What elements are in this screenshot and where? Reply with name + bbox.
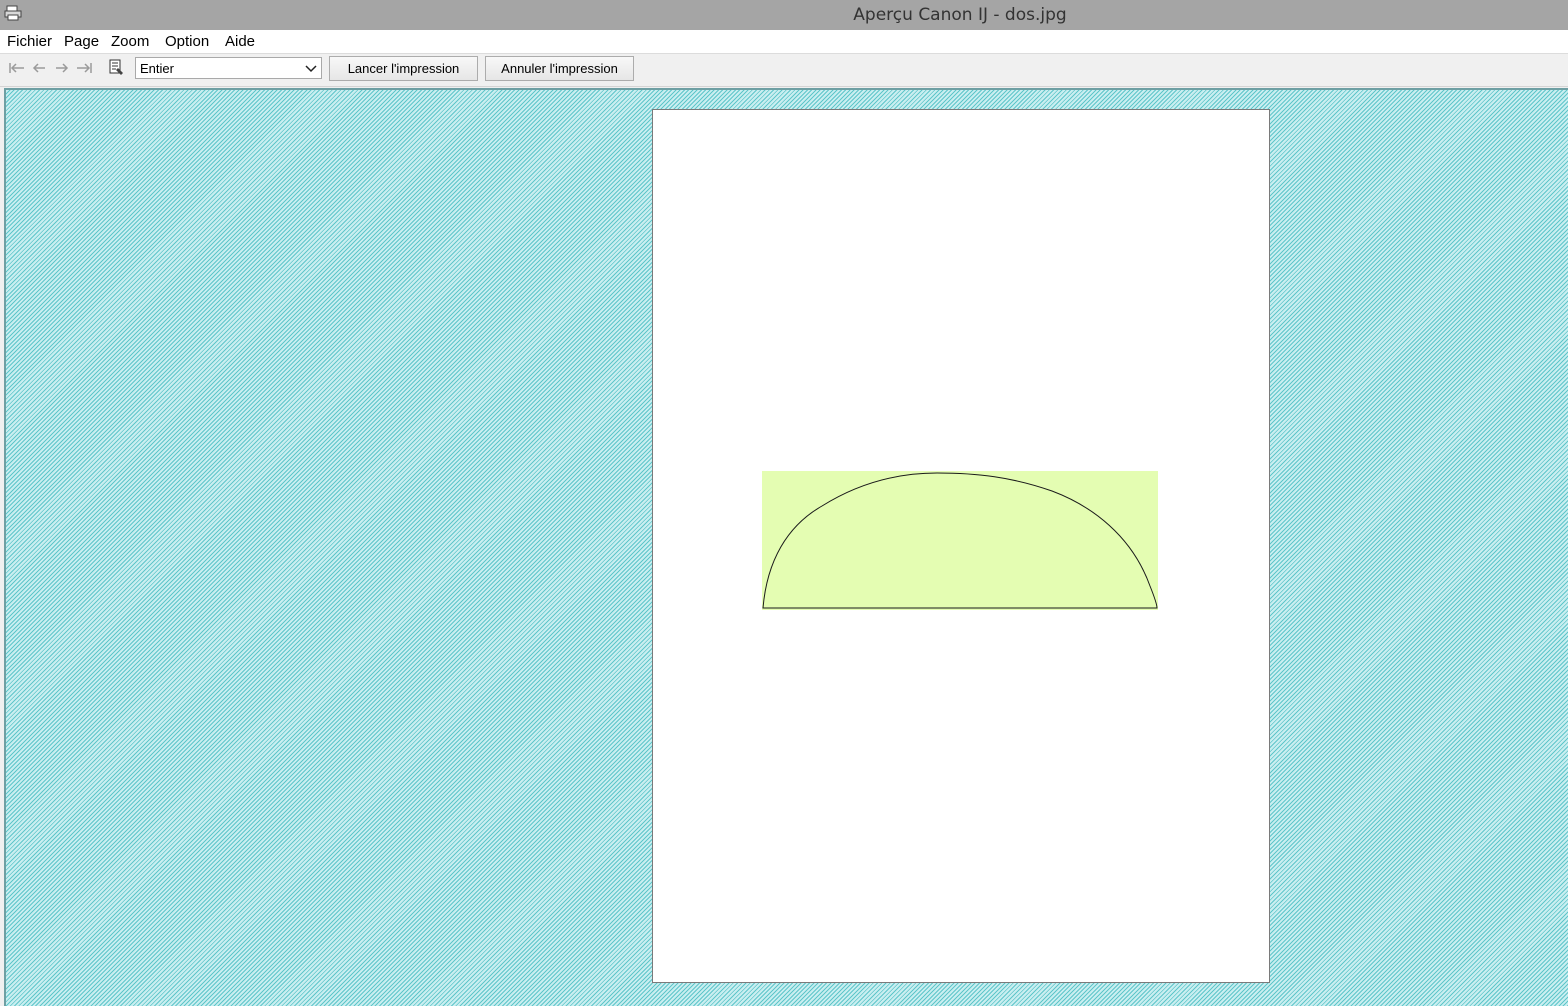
- chevron-down-icon: [304, 62, 318, 74]
- print-settings-icon[interactable]: [106, 59, 126, 77]
- menu-aide[interactable]: Aide: [225, 33, 255, 50]
- last-page-icon[interactable]: [74, 60, 94, 76]
- window-title: Aperçu Canon IJ - dos.jpg: [853, 5, 1067, 25]
- first-page-icon[interactable]: [7, 60, 27, 76]
- start-print-button[interactable]: Lancer l'impression: [329, 56, 478, 81]
- menu-zoom[interactable]: Zoom: [111, 33, 149, 50]
- zoom-dropdown[interactable]: Entier: [135, 57, 322, 79]
- menu-option[interactable]: Option: [165, 33, 209, 50]
- previous-page-icon[interactable]: [30, 60, 50, 76]
- preview-window: Aperçu Canon IJ - dos.jpg Fichier Page Z…: [0, 0, 1568, 1006]
- title-bar: Aperçu Canon IJ - dos.jpg: [0, 0, 1568, 30]
- menu-fichier[interactable]: Fichier: [7, 33, 52, 50]
- zoom-value: Entier: [140, 61, 174, 76]
- menu-page[interactable]: Page: [64, 33, 99, 50]
- printed-image: [762, 471, 1158, 610]
- next-page-icon[interactable]: [52, 60, 72, 76]
- cancel-print-button[interactable]: Annuler l'impression: [485, 56, 634, 81]
- menu-bar: Fichier Page Zoom Option Aide: [0, 30, 1568, 54]
